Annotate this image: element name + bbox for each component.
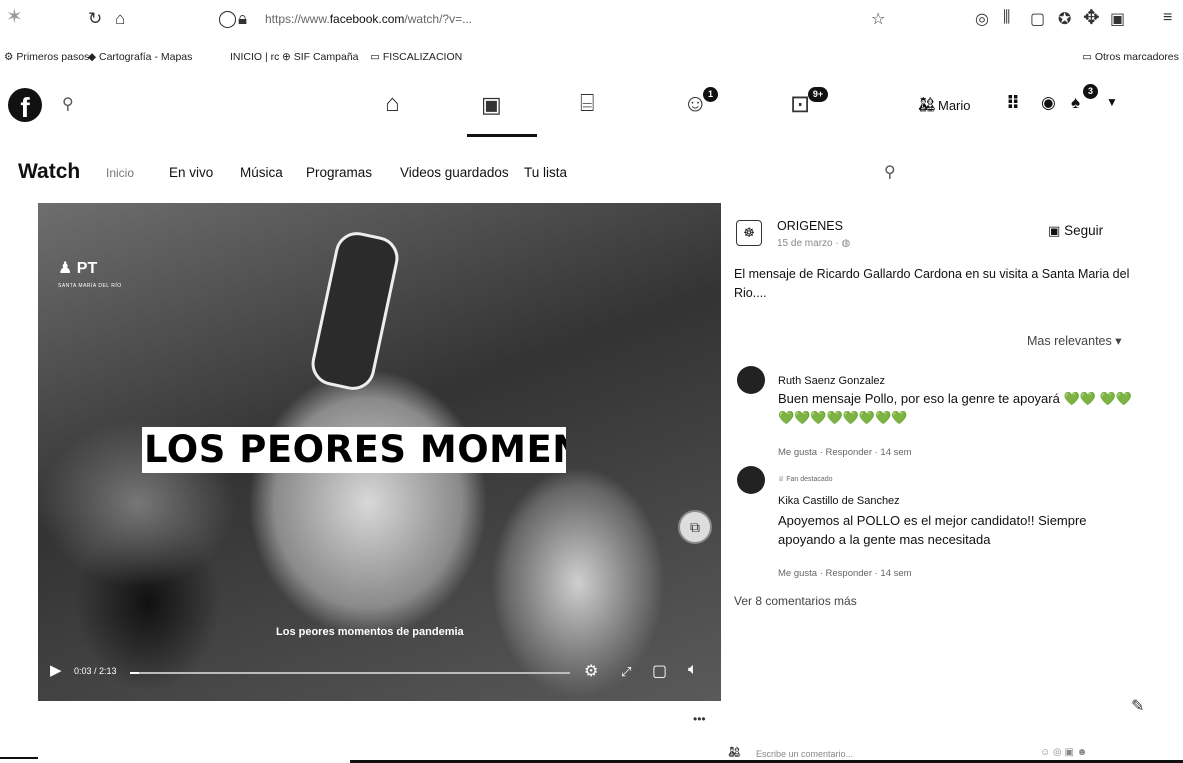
video-controls: ▶ 0:03 / 2:13 ⚙ ⤢ ▢ 🔈︎ xyxy=(38,658,721,688)
emoji-icon[interactable]: ☺ ◎ ▣ ☻ xyxy=(1040,747,1087,758)
post-date-text: 15 de marzo xyxy=(777,238,833,249)
page-avatar[interactable]: ☸ xyxy=(736,220,762,246)
video-logo-text: PT xyxy=(76,260,98,277)
watch-nav-tu-lista[interactable]: Tu lista xyxy=(524,165,567,180)
address-bar[interactable]: https://www.facebook.com/watch/?v=... xyxy=(265,12,472,26)
follow-icon: ▣ xyxy=(1048,223,1061,238)
video-headline: LOS PEORES MOMENT xyxy=(142,427,566,473)
url-prefix: https://www. xyxy=(265,12,330,26)
watch-nav-videos-guardados[interactable]: Videos guardados xyxy=(400,165,509,180)
other-bookmarks-label: Otros marcadores xyxy=(1094,51,1179,63)
settings-gear-icon[interactable]: ⚙ xyxy=(584,661,598,681)
watch-nav-programas[interactable]: Programas xyxy=(306,165,372,180)
comment-author[interactable]: Kika Castillo de Sanchez xyxy=(778,495,900,507)
avatar[interactable] xyxy=(737,366,765,394)
profile-name[interactable]: Mario xyxy=(938,98,971,113)
home-tab-icon[interactable]: ⌂ xyxy=(385,90,400,118)
facebook-logo[interactable]: f xyxy=(8,88,42,122)
watch-nav-musica[interactable]: Música xyxy=(240,165,283,180)
avatar[interactable]: 🎎︎ xyxy=(918,96,936,113)
comment-input-placeholder: Escribe un comentario... xyxy=(756,749,854,759)
video-time: 0:03 / 2:13 xyxy=(74,666,117,676)
badge-label: Fan destacado xyxy=(786,476,833,483)
view-more-comments-link[interactable]: Ver 8 comentarios más xyxy=(734,594,857,608)
video-overlay-button[interactable]: ⧉ xyxy=(678,510,712,544)
bookmark-primeros-pasos[interactable]: ⚙ Primeros pasos xyxy=(4,51,89,63)
account-icon[interactable]: ▣ xyxy=(1110,9,1125,29)
extension-icon[interactable]: ✪ xyxy=(1058,9,1071,29)
sort-label: Mas relevantes xyxy=(1027,334,1112,348)
gaming-badge: 9+ xyxy=(808,87,828,102)
account-dropdown-icon[interactable]: ▼ xyxy=(1106,95,1118,109)
bookmark-label: Cartografía - Mapas xyxy=(99,51,193,63)
page-title: Watch xyxy=(18,160,81,183)
edit-icon[interactable]: ✎ xyxy=(1131,696,1144,716)
lock-icon[interactable]: 🔒︎ xyxy=(238,9,247,29)
watch-nav-en-vivo[interactable]: En vivo xyxy=(169,165,213,180)
url-path: /watch/?v=... xyxy=(404,12,473,26)
bookmark-label: INICIO | rc xyxy=(230,51,280,63)
library-icon[interactable]: ⫼ xyxy=(1003,9,1010,27)
search-icon[interactable]: ⚲ xyxy=(62,94,74,114)
video-logo-subtitle: SANTA MARÍA DEL RÍO xyxy=(58,283,122,289)
bookmark-label: Primeros pasos xyxy=(16,51,90,63)
video-party-logo: ♟ PT xyxy=(58,260,98,277)
marketplace-tab-icon[interactable]: ⌸ xyxy=(580,90,594,118)
notifications-badge: 3 xyxy=(1083,84,1098,99)
bookmark-inicio[interactable]: INICIO | rc xyxy=(230,51,279,63)
menu-grid-icon[interactable]: ⠿ xyxy=(1006,93,1020,114)
watch-search-icon[interactable]: ⚲ xyxy=(884,162,896,182)
reload-icon[interactable]: ↻ xyxy=(88,9,102,29)
other-bookmarks[interactable]: ▭ Otros marcadores xyxy=(1082,51,1179,63)
sidebar-icon[interactable]: ▢ xyxy=(1030,9,1045,29)
more-options-icon[interactable]: ••• xyxy=(693,712,706,726)
messenger-icon[interactable]: ◉ xyxy=(1041,93,1056,113)
menu-icon[interactable]: ≡ xyxy=(1163,9,1172,27)
bookmark-fiscalizacion[interactable]: ▭ FISCALIZACION xyxy=(370,51,462,63)
comment-sort-dropdown[interactable]: Mas relevantes ▾ xyxy=(1027,333,1122,348)
comment-text: Buen mensaje Pollo, por eso la genre te … xyxy=(778,391,1132,425)
bookmark-label: SIF Campaña xyxy=(293,51,359,63)
bookmark-label: FISCALIZACION xyxy=(382,51,463,63)
browser-logo-icon: ✶ xyxy=(6,6,23,28)
bookmark-star-icon[interactable]: ☆ xyxy=(871,9,885,29)
follow-button[interactable]: ▣ Seguir xyxy=(1048,223,1103,239)
follow-label: Seguir xyxy=(1064,223,1104,238)
post-date[interactable]: 15 de marzo · ◍ xyxy=(777,238,850,249)
comment-author[interactable]: Ruth Saenz Gonzalez xyxy=(778,375,885,387)
seek-progress xyxy=(130,672,139,674)
browser-toolbar: ✶ ↻ ⌂ ◯ 🔒︎ https://www.facebook.com/watc… xyxy=(0,0,1183,44)
play-icon[interactable]: ▶ xyxy=(50,661,62,679)
watch-tab-icon[interactable]: ▣ xyxy=(481,92,502,118)
page-name[interactable]: ORIGENES xyxy=(777,219,843,233)
seek-bar[interactable] xyxy=(130,672,570,674)
divider xyxy=(0,757,38,759)
picture-in-picture-icon[interactable]: ▢ xyxy=(652,661,667,681)
shield-icon[interactable]: ◯ xyxy=(218,9,237,29)
puzzle-icon[interactable]: ✥ xyxy=(1083,5,1100,30)
home-icon[interactable]: ⌂ xyxy=(115,9,125,29)
volume-icon[interactable]: 🔈︎ xyxy=(688,661,698,679)
avatar: 🎎︎ xyxy=(728,747,741,758)
comment-actions[interactable]: Me gusta · Responder · 14 sem xyxy=(778,568,912,579)
bookmark-sif-campana[interactable]: ⊕ SIF Campaña xyxy=(282,51,359,63)
top-fan-badge: ♕ Fan destacado xyxy=(778,476,833,483)
pocket-icon[interactable]: ◎ xyxy=(975,9,989,29)
notifications-bell-icon[interactable]: ♠ xyxy=(1071,93,1080,113)
post-description: El mensaje de Ricardo Gallardo Cardona e… xyxy=(734,267,1130,300)
fullscreen-icon[interactable]: ⤢ xyxy=(621,664,631,680)
active-tab-indicator xyxy=(467,134,537,137)
url-domain: facebook.com xyxy=(329,12,405,26)
comment-actions[interactable]: Me gusta · Responder · 14 sem xyxy=(778,447,912,458)
bookmark-cartografia[interactable]: ◆ Cartografía - Mapas xyxy=(88,51,192,63)
globe-icon: ◍ xyxy=(841,238,851,249)
video-caption: Los peores momentos de pandemia xyxy=(276,626,464,638)
video-player[interactable]: ♟ PT SANTA MARÍA DEL RÍO LOS PEORES MOME… xyxy=(38,203,721,701)
groups-badge: 1 xyxy=(703,87,718,102)
bookmarks-bar: ⚙ Primeros pasos ◆ Cartografía - Mapas I… xyxy=(0,48,1183,68)
comment-text: Apoyemos al POLLO es el mejor candidato!… xyxy=(778,513,1087,547)
avatar[interactable] xyxy=(737,466,765,494)
watch-nav-inicio[interactable]: Inicio xyxy=(106,166,134,180)
